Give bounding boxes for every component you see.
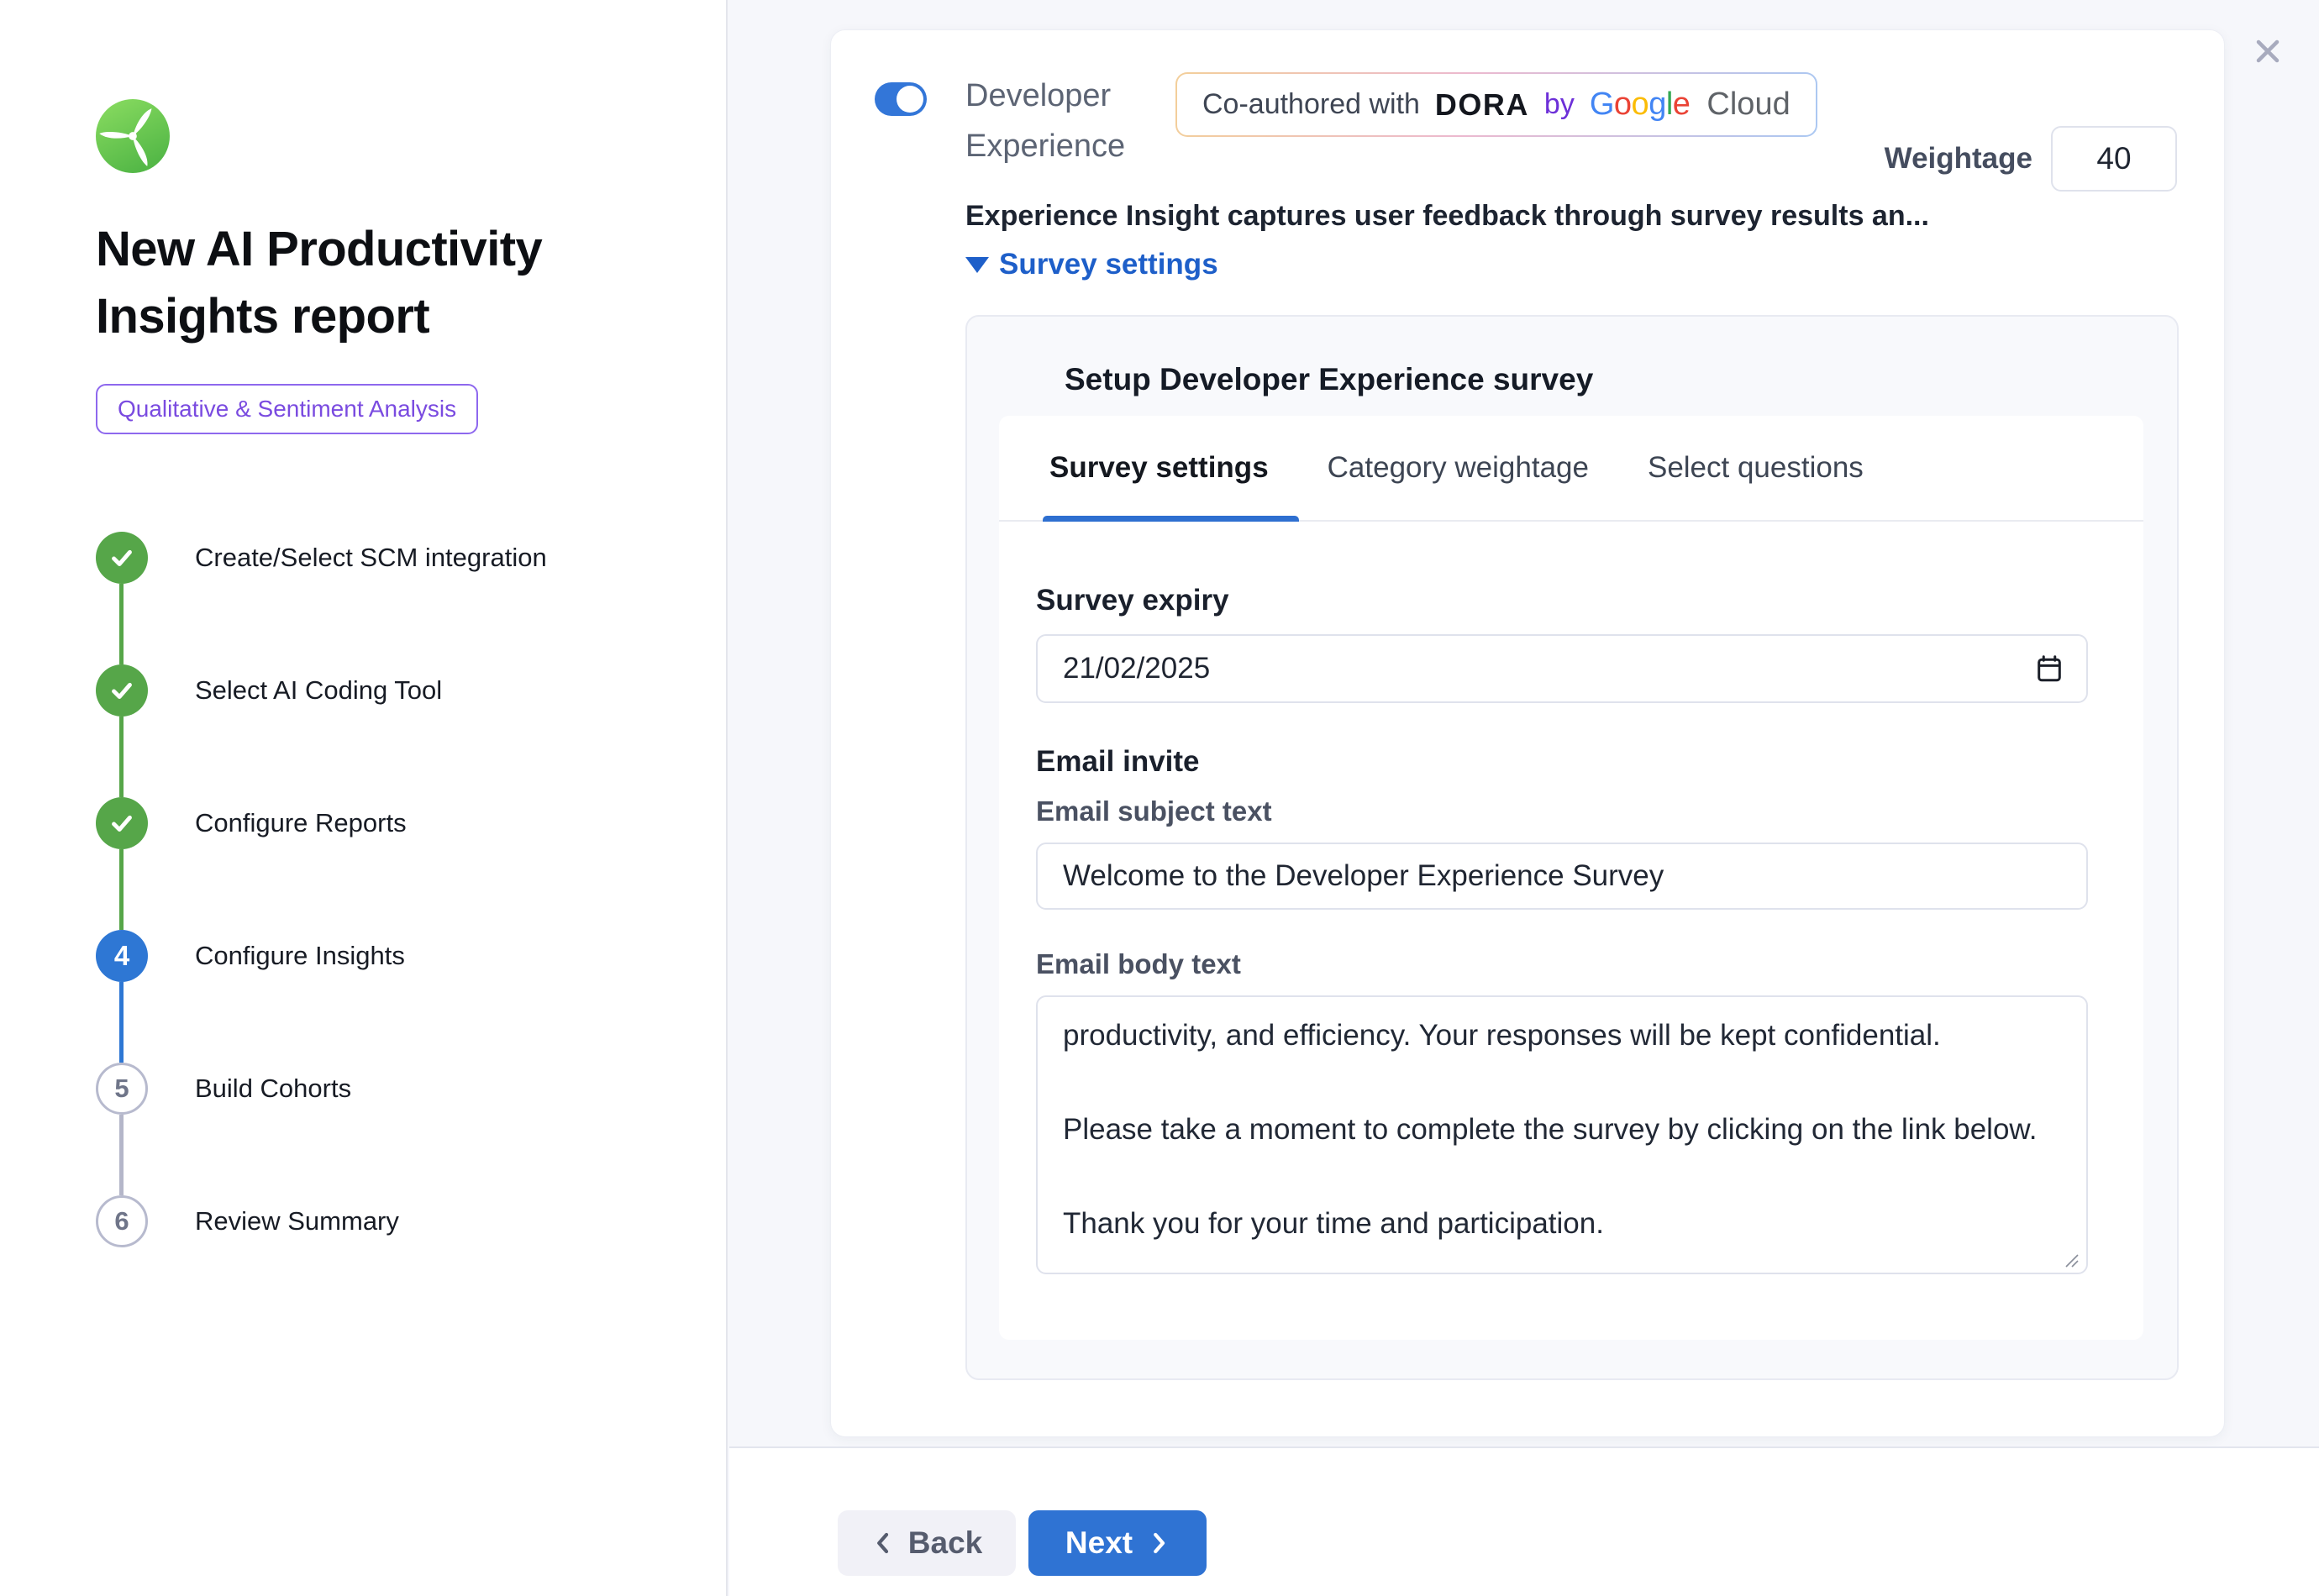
- chevron-left-icon: [871, 1530, 893, 1556]
- step-select-ai-coding-tool[interactable]: Select AI Coding Tool: [96, 664, 692, 717]
- email-body-label: Email body text: [1036, 948, 2088, 980]
- step-connector: [119, 982, 124, 1063]
- back-button-label: Back: [908, 1525, 982, 1561]
- email-body-wrap: productivity, and efficiency. Your respo…: [1036, 995, 2088, 1278]
- page-title: New AI Productivity Insights report: [96, 216, 617, 350]
- resize-handle-icon[interactable]: [2061, 1250, 2081, 1270]
- weightage-label: Weightage: [1885, 142, 2032, 176]
- survey-tabs: Survey settings Category weightage Selec…: [999, 416, 2143, 522]
- step-connector: [119, 584, 124, 664]
- email-subject-label: Email subject text: [1036, 795, 2088, 827]
- app-window: New AI Productivity Insights report Qual…: [0, 0, 2319, 1596]
- wind-turbine-icon: [96, 99, 170, 173]
- survey-expiry-value: 21/02/2025: [1063, 652, 2034, 685]
- coauthored-badge: Co-authored with DORA by Google Cloud: [1175, 72, 1817, 137]
- footer-bar: Back Next: [729, 1448, 2319, 1596]
- dora-logo: DORA: [1435, 87, 1529, 123]
- step-build-cohorts[interactable]: 5 Build Cohorts: [96, 1063, 692, 1115]
- report-type-badge: Qualitative & Sentiment Analysis: [96, 384, 478, 434]
- google-letter: e: [1673, 87, 1691, 122]
- survey-setup-title: Setup Developer Experience survey: [1065, 362, 2143, 397]
- step-connector: [119, 849, 124, 930]
- step-2-complete-circle: [96, 664, 148, 717]
- step-review-summary[interactable]: 6 Review Summary: [96, 1195, 692, 1247]
- step-label: Create/Select SCM integration: [195, 543, 547, 573]
- next-button-label: Next: [1065, 1525, 1133, 1561]
- check-icon: [108, 543, 136, 572]
- next-button[interactable]: Next: [1028, 1510, 1207, 1576]
- survey-settings-form: Survey expiry 21/02/2025 Email: [999, 522, 2143, 1278]
- tab-select-questions[interactable]: Select questions: [1648, 416, 1864, 520]
- tab-category-weightage[interactable]: Category weightage: [1328, 416, 1589, 520]
- step-1-complete-circle: [96, 532, 148, 584]
- chevron-right-icon: [1148, 1530, 1170, 1556]
- step-label: Configure Reports: [195, 808, 407, 838]
- step-configure-reports[interactable]: Configure Reports: [96, 797, 692, 849]
- survey-settings-toggle[interactable]: Survey settings: [965, 248, 1218, 281]
- step-label: Review Summary: [195, 1206, 399, 1236]
- google-letter: G: [1590, 87, 1614, 122]
- wizard-steps: Create/Select SCM integration Select AI …: [96, 532, 692, 1247]
- step-4-current-circle: 4: [96, 930, 148, 982]
- insight-enabled-toggle[interactable]: [875, 82, 927, 116]
- survey-expiry-input[interactable]: 21/02/2025: [1036, 634, 2088, 703]
- google-letter: o: [1614, 87, 1632, 122]
- step-create-select-scm-integration[interactable]: Create/Select SCM integration: [96, 532, 692, 584]
- google-letter: g: [1649, 87, 1666, 122]
- survey-setup-card: Setup Developer Experience survey Survey…: [965, 315, 2179, 1380]
- check-icon: [108, 809, 136, 837]
- main-panel: Developer Experience Co-authored with DO…: [729, 0, 2319, 1596]
- email-invite-label: Email invite: [1036, 745, 2088, 779]
- step-label: Select AI Coding Tool: [195, 675, 442, 706]
- step-configure-insights[interactable]: 4 Configure Insights: [96, 930, 692, 982]
- google-cloud-label: Cloud: [1706, 87, 1790, 123]
- step-6-upcoming-circle: 6: [96, 1195, 148, 1247]
- google-letter: o: [1632, 87, 1649, 122]
- wizard-sidebar: New AI Productivity Insights report Qual…: [0, 0, 728, 1596]
- google-logo: Google: [1590, 87, 1691, 123]
- close-icon[interactable]: [2248, 32, 2287, 71]
- survey-setup-body: Survey settings Category weightage Selec…: [999, 416, 2143, 1340]
- step-label: Configure Insights: [195, 941, 405, 971]
- google-letter: l: [1666, 87, 1673, 122]
- step-label: Build Cohorts: [195, 1074, 351, 1104]
- weightage-input[interactable]: [2051, 126, 2177, 192]
- step-3-complete-circle: [96, 797, 148, 849]
- weightage-group: Weightage: [1885, 126, 2177, 192]
- calendar-icon[interactable]: [2034, 654, 2064, 684]
- insight-card: Developer Experience Co-authored with DO…: [830, 29, 2225, 1437]
- survey-expiry-label: Survey expiry: [1036, 584, 2088, 617]
- tab-survey-settings[interactable]: Survey settings: [1049, 416, 1269, 520]
- insight-header: Developer Experience Co-authored with DO…: [875, 71, 2179, 1380]
- coauthor-by: by: [1544, 88, 1575, 121]
- step-connector: [119, 1115, 124, 1195]
- step-connector: [119, 717, 124, 797]
- chevron-down-icon: [965, 257, 989, 273]
- survey-settings-link-label: Survey settings: [999, 248, 1218, 281]
- insight-description: Experience Insight captures user feedbac…: [965, 200, 1873, 233]
- toggle-knob: [897, 86, 923, 113]
- step-5-upcoming-circle: 5: [96, 1063, 148, 1115]
- coauthor-prefix: Co-authored with: [1202, 88, 1420, 121]
- email-body-textarea[interactable]: productivity, and efficiency. Your respo…: [1036, 995, 2088, 1274]
- email-subject-input[interactable]: [1036, 843, 2088, 910]
- insight-name: Developer Experience: [965, 71, 1149, 171]
- back-button[interactable]: Back: [838, 1510, 1016, 1576]
- check-icon: [108, 676, 136, 705]
